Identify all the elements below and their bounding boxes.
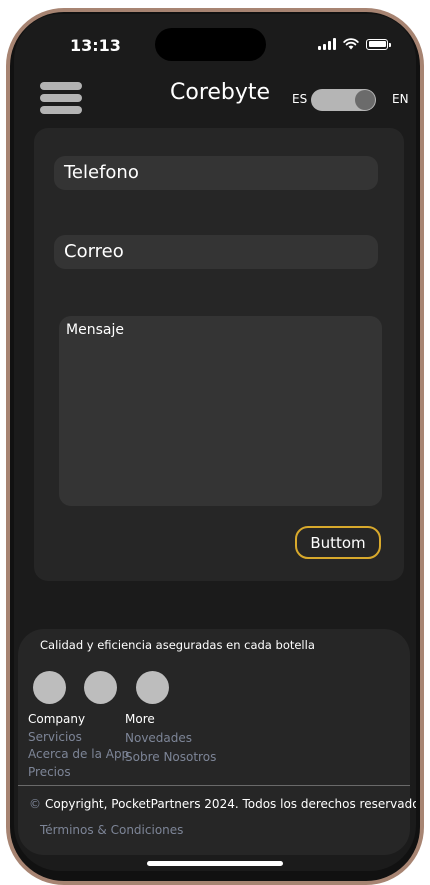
- footer-column-title-company: Company: [28, 712, 86, 726]
- lang-label-es: ES: [292, 92, 308, 106]
- footer-divider: [18, 785, 410, 786]
- contact-form: Telefono Correo Mensaje Buttom: [34, 128, 404, 581]
- copyright-label: Copyright, PocketPartners 2024. Todos lo…: [45, 797, 416, 811]
- footer-link-novedades[interactable]: Novedades: [125, 731, 192, 745]
- copyright-text: © Copyright, PocketPartners 2024. Todos l…: [29, 797, 416, 811]
- home-indicator[interactable]: [147, 861, 283, 866]
- submit-button[interactable]: Buttom: [295, 526, 381, 559]
- footer-link-sobre-nosotros[interactable]: Sobre Nosotros: [125, 750, 216, 764]
- battery-icon: [366, 38, 391, 50]
- footer-link-servicios[interactable]: Servicios: [28, 730, 82, 744]
- footer-link-precios[interactable]: Precios: [28, 765, 71, 779]
- copyright-icon: ©: [29, 797, 41, 811]
- app-screen: 13:13 Corebyte ES EN Telefono Correo Men…: [14, 14, 416, 871]
- brand-title: Corebyte: [170, 80, 271, 105]
- status-time: 13:13: [70, 36, 121, 55]
- toggle-knob: [355, 90, 375, 110]
- footer: Calidad y eficiencia aseguradas en cada …: [18, 629, 416, 855]
- phone-field[interactable]: Telefono: [54, 156, 378, 190]
- terms-link[interactable]: Términos & Condiciones: [40, 823, 183, 837]
- social-icon[interactable]: [84, 671, 117, 704]
- dynamic-island: [155, 28, 266, 61]
- email-field[interactable]: Correo: [54, 235, 378, 269]
- social-icon[interactable]: [33, 671, 66, 704]
- hamburger-menu-icon[interactable]: [40, 82, 82, 114]
- social-icon[interactable]: [136, 671, 169, 704]
- footer-link-acerca[interactable]: Acerca de la App: [28, 747, 129, 761]
- lang-label-en: EN: [392, 92, 409, 106]
- footer-tagline: Calidad y eficiencia aseguradas en cada …: [40, 638, 315, 652]
- footer-column-title-more: More: [125, 712, 155, 726]
- signal-icon: [318, 38, 336, 50]
- message-textarea[interactable]: Mensaje: [59, 316, 382, 506]
- language-toggle[interactable]: [311, 89, 376, 111]
- status-icons: [318, 38, 391, 50]
- wifi-icon: [343, 38, 359, 50]
